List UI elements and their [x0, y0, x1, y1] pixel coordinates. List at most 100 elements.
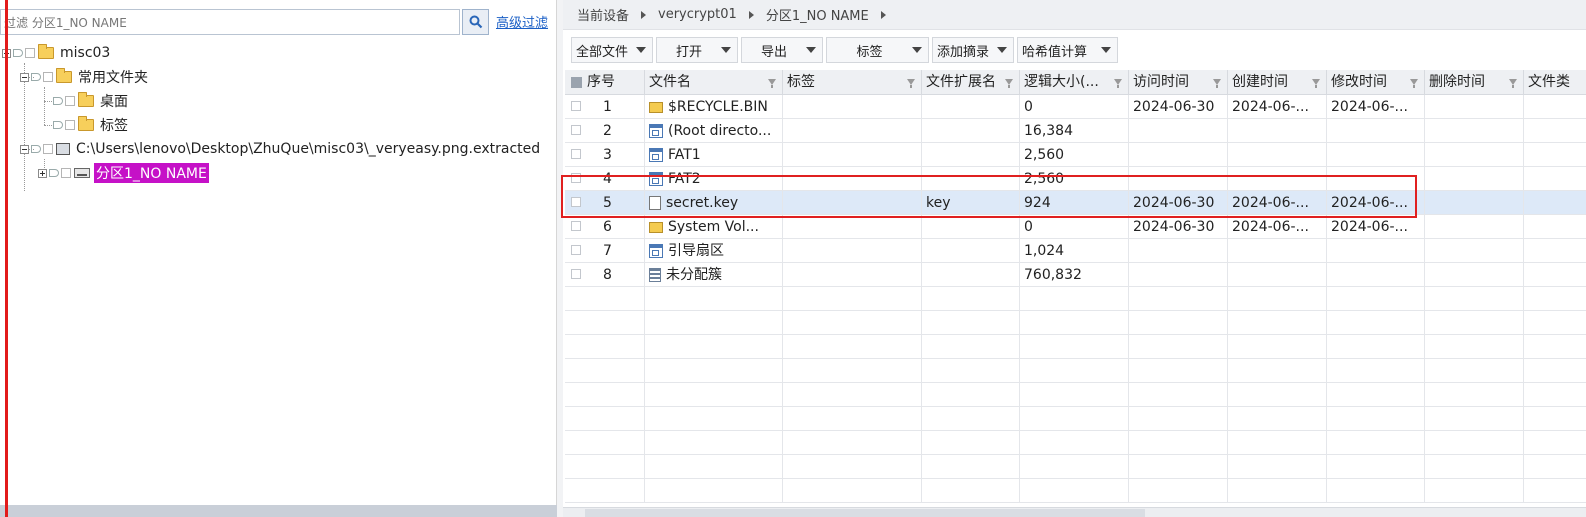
system-file-icon: [649, 172, 663, 186]
tree-node-common-folder[interactable]: 常用文件夹: [20, 66, 150, 88]
header-col-filename[interactable]: 文件名: [645, 70, 783, 95]
table-row[interactable]: 6 System Vol... 0 2024-06-30 2024-06-... 2024…: [565, 215, 1586, 239]
tag-dropdown[interactable]: 标签: [826, 37, 929, 63]
breadcrumb-item[interactable]: 分区1_NO NAME: [766, 5, 869, 24]
select-all-checkbox[interactable]: [571, 77, 582, 88]
filter-icon[interactable]: [1005, 79, 1013, 88]
file-name: 未分配簇: [666, 267, 722, 283]
row-checkbox[interactable]: [571, 149, 581, 159]
cell-modified-time: [1327, 335, 1425, 359]
cell-extension: [922, 263, 1020, 287]
cell-index: 8: [565, 263, 645, 287]
cell-access-time: [1129, 455, 1228, 479]
horizontal-scrollbar[interactable]: [563, 507, 1586, 517]
tree-node-desktop[interactable]: 桌面: [53, 90, 130, 112]
row-checkbox[interactable]: [571, 197, 581, 207]
filter-icon[interactable]: [1213, 79, 1221, 88]
header-col-extension[interactable]: 文件扩展名: [922, 70, 1020, 95]
tree-node-image-file[interactable]: C:\Users\lenovo\Desktop\ZhuQue\misc03\_v…: [20, 138, 542, 160]
file-name: FAT2: [668, 171, 701, 187]
tree-checkbox[interactable]: [65, 96, 75, 106]
header-col-logical-size[interactable]: 逻辑大小(...: [1020, 70, 1129, 95]
filter-icon[interactable]: [1509, 79, 1517, 88]
cell-logical-size: 924: [1020, 191, 1129, 215]
folder-icon: [56, 68, 72, 83]
tree-node-partition[interactable]: 分区1_NO NAME: [38, 162, 209, 184]
filter-input[interactable]: [0, 9, 460, 35]
cell-logical-size: [1020, 335, 1129, 359]
cell-file-type: [1524, 95, 1586, 119]
chevron-right-icon[interactable]: [748, 10, 754, 19]
search-icon: [469, 15, 482, 29]
tree-checkbox[interactable]: [65, 120, 75, 130]
table-row[interactable]: 8 未分配簇 760,832: [565, 263, 1586, 287]
tree-label: misc03: [60, 45, 111, 61]
row-checkbox[interactable]: [571, 173, 581, 183]
cell-modified-time: [1327, 311, 1425, 335]
search-button[interactable]: [462, 9, 489, 35]
filter-icon[interactable]: [907, 79, 915, 88]
folder-icon: [78, 92, 94, 107]
cell-created-time: [1228, 455, 1327, 479]
collapse-icon[interactable]: [20, 144, 29, 154]
table-row[interactable]: 1 $RECYCLE.BIN 0 2024-06-30 2024-06-... 2024-…: [565, 95, 1586, 119]
filter-icon[interactable]: [1410, 79, 1418, 88]
cell-tag: [783, 215, 922, 239]
filter-icon[interactable]: [768, 79, 776, 88]
header-col-index[interactable]: 序号: [565, 70, 645, 95]
chevron-right-icon[interactable]: [641, 10, 647, 19]
filter-icon[interactable]: [1114, 79, 1122, 88]
tree-checkbox[interactable]: [43, 72, 53, 82]
table-row[interactable]: 2 (Root directo... 16,384: [565, 119, 1586, 143]
cell-file-type: [1524, 215, 1586, 239]
header-col-modified-time[interactable]: 修改时间: [1327, 70, 1425, 95]
cell-filename: [645, 407, 783, 431]
header-col-access-time[interactable]: 访问时间: [1129, 70, 1228, 95]
file-name: secret.key: [666, 195, 739, 211]
cell-access-time: [1129, 167, 1228, 191]
breadcrumb-item[interactable]: 当前设备: [577, 5, 629, 24]
filter-icon[interactable]: [1312, 79, 1320, 88]
file-table: 序号 文件名 标签 文件扩展名 逻辑大小(... 访问时间 创建时间 修改时间 删除时间 文件类 …: [565, 70, 1586, 506]
advanced-filter-link[interactable]: 高级过滤: [496, 12, 548, 31]
row-checkbox[interactable]: [571, 221, 581, 231]
cell-filename: [645, 359, 783, 383]
tree-node-tags[interactable]: 标签: [53, 114, 130, 136]
cell-tag: [783, 383, 922, 407]
expand-icon[interactable]: [38, 168, 47, 178]
cell-logical-size: [1020, 407, 1129, 431]
row-checkbox[interactable]: [571, 125, 581, 135]
collapse-icon[interactable]: [20, 72, 29, 82]
cell-deleted-time: [1425, 167, 1524, 191]
cell-extension: [922, 479, 1020, 503]
table-row[interactable]: 4 FAT2 2,560: [565, 167, 1586, 191]
open-dropdown[interactable]: 打开: [656, 37, 738, 63]
table-row[interactable]: 3 FAT1 2,560: [565, 143, 1586, 167]
add-digest-dropdown[interactable]: 添加摘录: [932, 37, 1014, 63]
hash-calc-dropdown[interactable]: 哈希值计算: [1017, 37, 1118, 63]
all-files-dropdown[interactable]: 全部文件: [571, 37, 653, 63]
cell-created-time: 2024-06-...: [1228, 215, 1327, 239]
table-row[interactable]: 7 引导扇区 1,024: [565, 239, 1586, 263]
export-dropdown[interactable]: 导出: [741, 37, 823, 63]
cell-index: [565, 311, 645, 335]
cell-filename: (Root directo...: [645, 119, 783, 143]
header-col-tag[interactable]: 标签: [783, 70, 922, 95]
chevron-right-icon[interactable]: [880, 10, 886, 19]
scrollbar-thumb[interactable]: [585, 509, 1145, 517]
row-checkbox[interactable]: [571, 269, 581, 279]
tree-node-misc03[interactable]: misc03: [2, 42, 112, 64]
row-checkbox[interactable]: [571, 245, 581, 255]
tree-checkbox[interactable]: [61, 168, 71, 178]
cell-extension: [922, 119, 1020, 143]
header-col-deleted-time[interactable]: 删除时间: [1425, 70, 1524, 95]
header-col-created-time[interactable]: 创建时间: [1228, 70, 1327, 95]
table-row[interactable]: 5 secret.key key 924 2024-06-30 2024-06-... 20…: [565, 191, 1586, 215]
tree-checkbox[interactable]: [25, 48, 35, 58]
evidence-tree-panel: 高级过滤 misc03 常用文件夹 桌面: [0, 0, 557, 517]
header-col-file-type[interactable]: 文件类: [1524, 70, 1586, 95]
horizontal-scrollbar[interactable]: [0, 505, 557, 517]
tree-checkbox[interactable]: [43, 144, 53, 154]
breadcrumb-item[interactable]: verycrypt01: [658, 7, 737, 22]
row-checkbox[interactable]: [571, 101, 581, 111]
